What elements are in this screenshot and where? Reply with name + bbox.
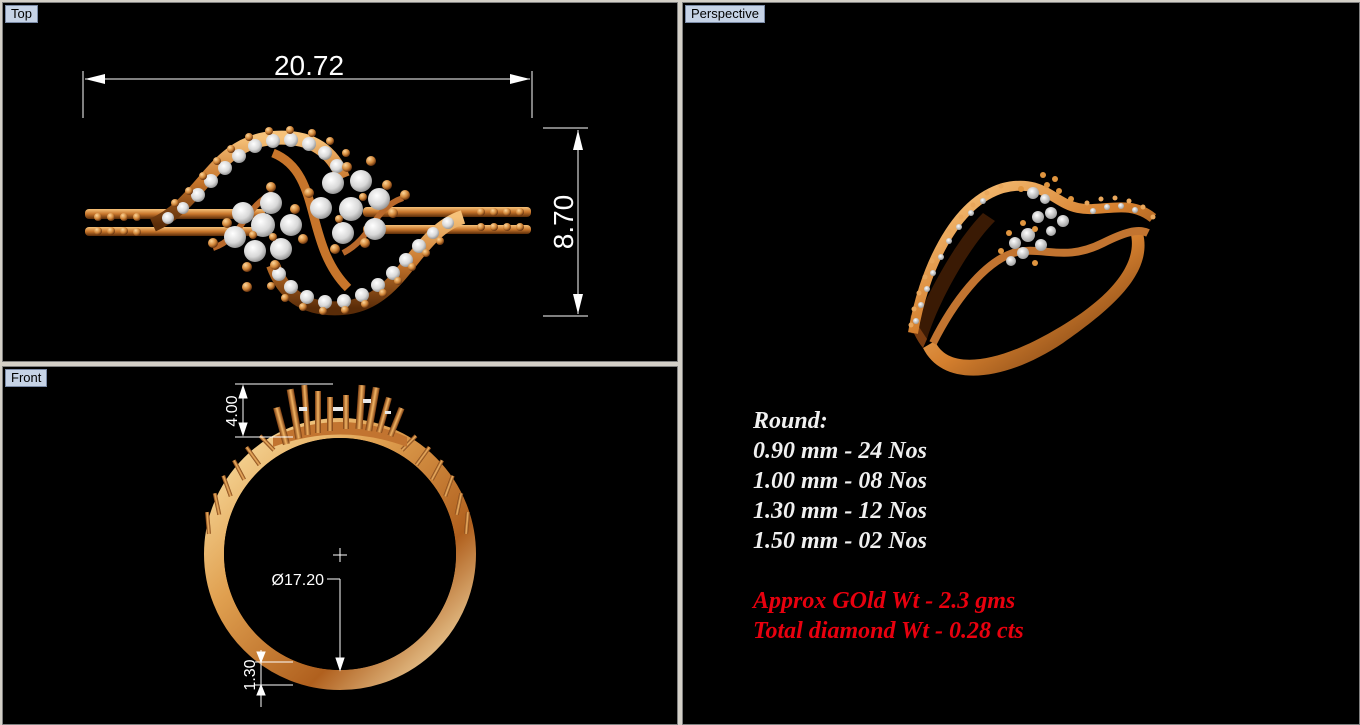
- spec-line: 1.00 mm - 08 Nos: [753, 468, 927, 494]
- top-viewport[interactable]: Top 20.72 8.70: [2, 2, 678, 362]
- gold-weight-text: Approx GOld Wt - 2.3 gms: [753, 588, 1016, 614]
- diamond-weight-text: Total diamond Wt - 0.28 cts: [753, 618, 1024, 644]
- ring-top-view: [85, 126, 531, 316]
- diameter-text: Ø17.20: [272, 572, 325, 589]
- perspective-viewport[interactable]: Perspective Round: 0.90 mm - 24 Nos 1.00…: [682, 2, 1360, 725]
- height-dimension-text: 8.70: [548, 195, 579, 250]
- head-height-text: 4.00: [224, 395, 241, 426]
- width-dimension-text: 20.72: [274, 50, 344, 81]
- spec-line: 0.90 mm - 24 Nos: [753, 438, 927, 464]
- spec-heading: Round:: [753, 408, 828, 434]
- shank-thickness-text: 1.30: [242, 659, 259, 690]
- perspective-viewport-label[interactable]: Perspective: [685, 5, 765, 23]
- top-viewport-label[interactable]: Top: [5, 5, 38, 23]
- front-viewport-label[interactable]: Front: [5, 369, 48, 387]
- ring-perspective-view: [908, 172, 1157, 376]
- front-viewport[interactable]: Front 4.00 Ø17.20 1.30: [2, 366, 678, 725]
- spec-line: 1.50 mm - 02 Nos: [753, 528, 927, 554]
- top-view-canvas: 20.72 8.70: [82, 50, 588, 317]
- spec-line: 1.30 mm - 12 Nos: [753, 498, 927, 524]
- front-view-canvas: 4.00 Ø17.20 1.30: [204, 383, 476, 707]
